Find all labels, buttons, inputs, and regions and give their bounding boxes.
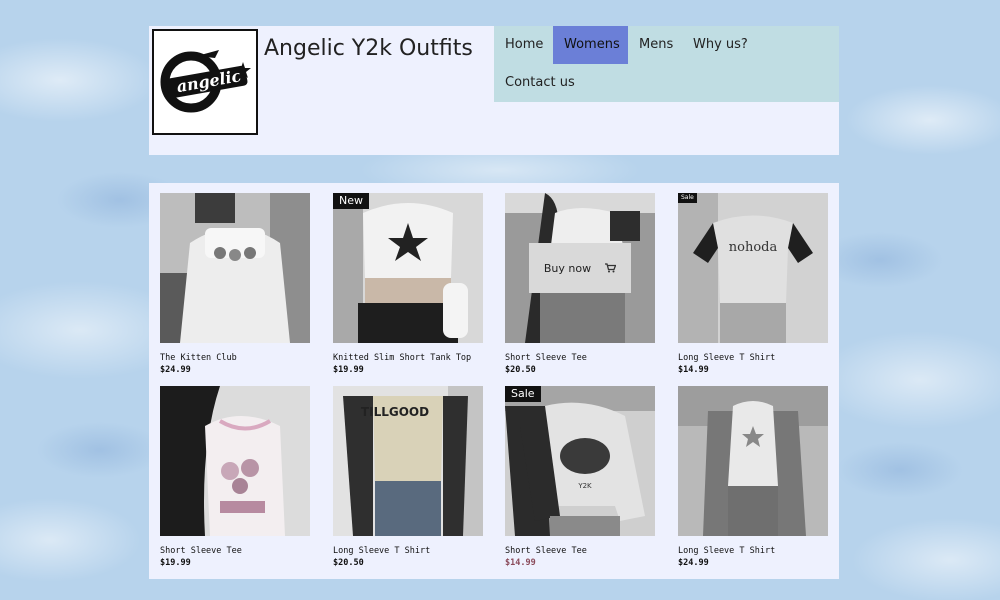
nav-item-contact-us[interactable]: Contact us bbox=[494, 64, 589, 102]
nav-item-womens[interactable]: Womens bbox=[553, 26, 628, 64]
product-price: $20.50 bbox=[505, 365, 536, 375]
product-name[interactable]: Short Sleeve Tee bbox=[505, 353, 587, 363]
product-image[interactable]: New bbox=[333, 193, 483, 343]
product-image[interactable] bbox=[160, 386, 310, 536]
product-card[interactable]: nohoda Sale Long Sleeve T Shirt $14.99 bbox=[678, 193, 828, 378]
product-name[interactable]: Long Sleeve T Shirt bbox=[678, 546, 775, 556]
product-price: $24.99 bbox=[160, 365, 191, 375]
product-card[interactable]: The Kitten Club $24.99 bbox=[160, 193, 310, 378]
product-name[interactable]: Long Sleeve T Shirt bbox=[678, 353, 775, 363]
product-name[interactable]: Long Sleeve T Shirt bbox=[333, 546, 430, 556]
product-price: $14.99 bbox=[505, 558, 536, 568]
product-card[interactable]: Buy now Short Sleeve Tee $20.50 bbox=[505, 193, 655, 378]
product-price: $14.99 bbox=[678, 365, 709, 375]
header-panel: angelic Angelic Y2k Outfits Home Womens … bbox=[149, 26, 839, 155]
nav-item-mens[interactable]: Mens bbox=[628, 26, 682, 64]
new-badge: New bbox=[333, 193, 369, 209]
product-image[interactable]: Buy now bbox=[505, 193, 655, 343]
sale-badge: Sale bbox=[678, 193, 697, 203]
product-image[interactable]: nohoda Sale bbox=[678, 193, 828, 343]
product-name[interactable]: The Kitten Club bbox=[160, 353, 237, 363]
product-image[interactable]: TILLGOOD bbox=[333, 386, 483, 536]
product-name[interactable]: Short Sleeve Tee bbox=[505, 546, 587, 556]
svg-text:Y2K: Y2K bbox=[577, 482, 592, 490]
svg-text:nohoda: nohoda bbox=[729, 240, 778, 255]
site-title: Angelic Y2k Outfits bbox=[264, 36, 473, 61]
product-image[interactable] bbox=[678, 386, 828, 536]
product-name[interactable]: Short Sleeve Tee bbox=[160, 546, 242, 556]
nav-item-home[interactable]: Home bbox=[494, 26, 553, 64]
sale-badge: Sale bbox=[505, 386, 541, 402]
product-price: $19.99 bbox=[333, 365, 364, 375]
product-card[interactable]: Short Sleeve Tee $19.99 bbox=[160, 386, 310, 571]
product-image[interactable] bbox=[160, 193, 310, 343]
buy-now-button[interactable]: Buy now bbox=[529, 243, 631, 293]
main-nav: Home Womens Mens Why us? Contact us bbox=[494, 26, 839, 102]
product-price: $20.50 bbox=[333, 558, 364, 568]
nav-item-why-us[interactable]: Why us? bbox=[682, 26, 752, 64]
product-card[interactable]: Y2K Sale Short Sleeve Tee $14.99 bbox=[505, 386, 655, 571]
product-card[interactable]: New Knitted Slim Short Tank Top $19.99 bbox=[333, 193, 483, 378]
product-card[interactable]: Long Sleeve T Shirt $24.99 bbox=[678, 386, 828, 571]
product-price: $19.99 bbox=[160, 558, 191, 568]
product-name[interactable]: Knitted Slim Short Tank Top bbox=[333, 353, 471, 363]
product-card[interactable]: TILLGOOD Long Sleeve T Shirt $20.50 bbox=[333, 386, 483, 571]
product-grid: The Kitten Club $24.99 New Knitted Slim … bbox=[149, 183, 839, 579]
buy-now-label: Buy now bbox=[543, 261, 592, 275]
cart-icon bbox=[605, 263, 617, 273]
product-price: $24.99 bbox=[678, 558, 709, 568]
svg-text:TILLGOOD: TILLGOOD bbox=[361, 405, 429, 419]
logo-graphic: angelic bbox=[160, 50, 251, 113]
site-logo[interactable]: angelic bbox=[152, 29, 258, 135]
product-image[interactable]: Y2K Sale bbox=[505, 386, 655, 536]
